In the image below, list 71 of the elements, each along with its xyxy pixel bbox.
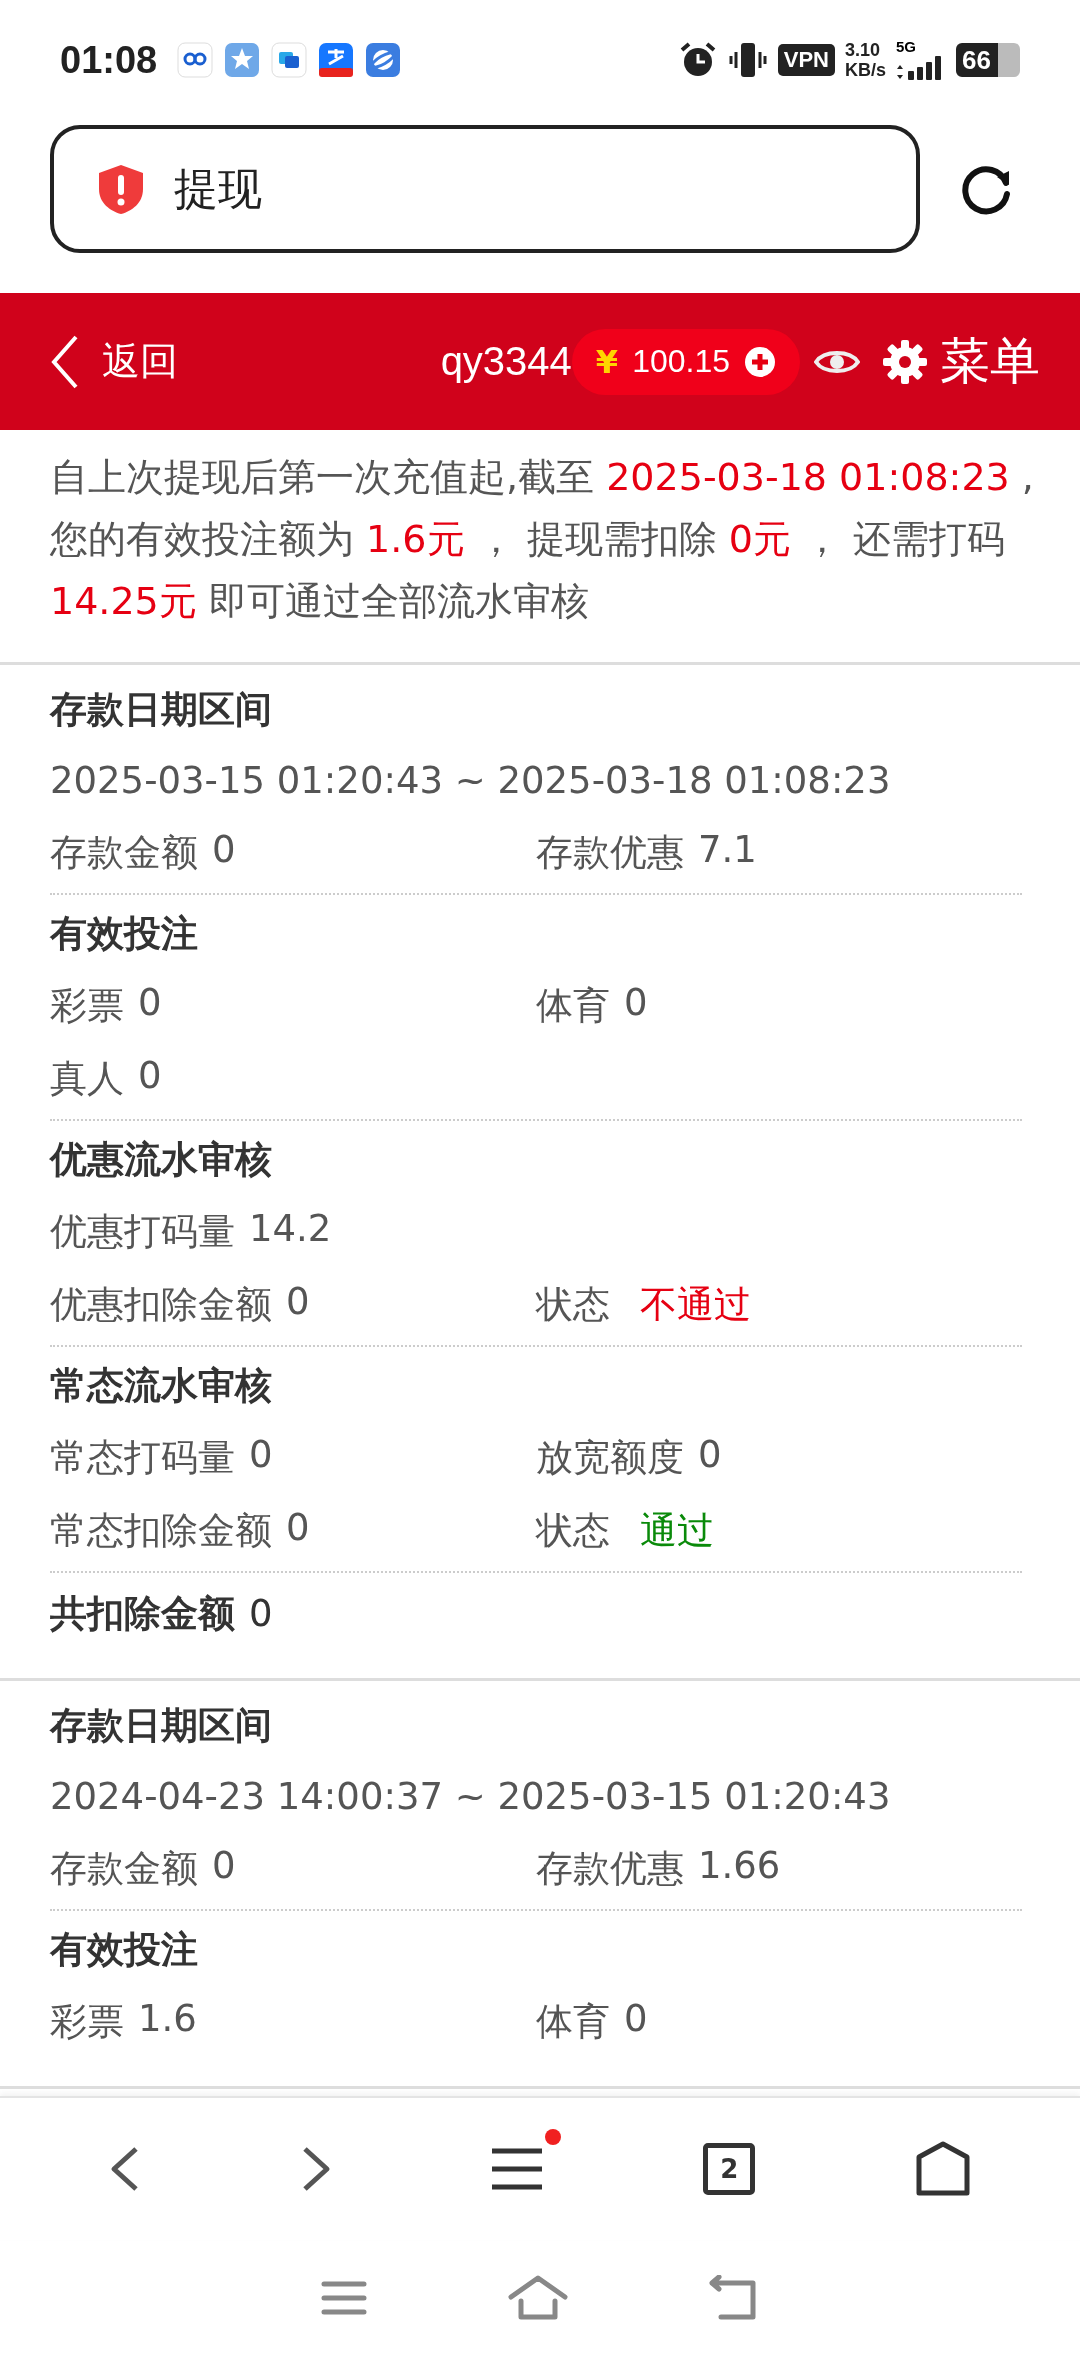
field-label: 存款金额 bbox=[50, 829, 198, 876]
total-value: 0 bbox=[249, 1592, 273, 1635]
field-value: 0 bbox=[212, 827, 236, 873]
field-value: 7.1 bbox=[698, 827, 757, 873]
field-label: 存款优惠 bbox=[536, 1845, 684, 1892]
currency-symbol: ¥ bbox=[595, 342, 619, 381]
notice-text: 自上次提现后第一次充值起,截至 2025-03-18 01:08:23 ,您的有效投注额为 1.6元 ， 提现需扣除 0元 ， 还需打码 14.25元 即可通过全部流水审核 bbox=[0, 430, 1080, 665]
app-icon bbox=[365, 42, 402, 78]
gear-icon bbox=[882, 338, 928, 385]
field-label: 体育 bbox=[536, 982, 610, 1029]
username: qy3344 bbox=[440, 339, 572, 384]
back-button[interactable]: 返回 bbox=[50, 333, 178, 390]
field-value: 14.2 bbox=[249, 1206, 332, 1252]
field-value: 0 bbox=[286, 1505, 310, 1551]
vpn-indicator: VPN bbox=[777, 44, 835, 76]
field-value: 0 bbox=[138, 980, 162, 1026]
field-value: 0 bbox=[249, 1432, 273, 1478]
field-label: 优惠扣除金额 bbox=[50, 1281, 272, 1328]
field-label: 彩票 bbox=[50, 1998, 124, 2045]
field-label: 优惠打码量 bbox=[50, 1208, 235, 1255]
field-value: 0 bbox=[286, 1279, 310, 1325]
field-value: 0 bbox=[212, 1843, 236, 1889]
field-label: 状态 bbox=[536, 1281, 610, 1328]
field-label: 常态扣除金额 bbox=[50, 1507, 272, 1554]
balance-pill[interactable]: ¥ 100.15 bbox=[571, 328, 800, 395]
app-icon bbox=[177, 42, 214, 78]
address-bar[interactable]: 提现 bbox=[50, 125, 920, 253]
field-value: 0 bbox=[624, 980, 648, 1026]
menu-icon[interactable] bbox=[490, 2147, 543, 2191]
field-label: 体育 bbox=[536, 1998, 610, 2045]
status-value: 通过 bbox=[640, 1507, 714, 1554]
section-title: 有效投注 bbox=[50, 911, 199, 957]
status-value: 不通过 bbox=[640, 1281, 751, 1328]
field-value: 0 bbox=[698, 1432, 722, 1478]
section-title: 常态流水审核 bbox=[50, 1363, 273, 1409]
date-range: 2025-03-15 01:20:43 ~ 2025-03-18 01:08:23 bbox=[50, 758, 892, 804]
field-value: 0 bbox=[138, 1053, 162, 1099]
page-title: 提现 bbox=[174, 161, 262, 216]
section-title: 存款日期区间 bbox=[50, 687, 273, 733]
field-label: 放宽额度 bbox=[536, 1434, 684, 1481]
total-label: 共扣除金额 bbox=[50, 1590, 235, 1637]
battery-indicator: 66 bbox=[956, 43, 1020, 77]
network-type: 5G bbox=[896, 39, 916, 55]
vibrate-icon bbox=[727, 40, 768, 80]
tabs-button[interactable]: 2 bbox=[703, 2143, 756, 2195]
field-label: 真人 bbox=[50, 1055, 124, 1102]
chevron-left-icon bbox=[50, 333, 80, 390]
menu-button[interactable]: 菜单 bbox=[882, 328, 1040, 395]
section-title: 存款日期区间 bbox=[50, 1703, 273, 1749]
network-speed: 3.10 bbox=[845, 40, 882, 60]
field-value: 0 bbox=[624, 1996, 648, 2042]
home-icon[interactable] bbox=[915, 2141, 970, 2197]
app-icon bbox=[271, 42, 308, 78]
field-label: 存款金额 bbox=[50, 1845, 198, 1892]
section-title: 有效投注 bbox=[50, 1927, 199, 1973]
speed-unit: KB/s bbox=[845, 60, 886, 80]
date-range: 2024-04-23 14:00:37 ~ 2025-03-15 01:20:43 bbox=[50, 1774, 892, 1820]
field-label: 状态 bbox=[536, 1507, 610, 1554]
balance-amount: 100.15 bbox=[632, 343, 730, 380]
field-label: 常态打码量 bbox=[50, 1434, 235, 1481]
field-label: 存款优惠 bbox=[536, 829, 684, 876]
field-label: 彩票 bbox=[50, 982, 124, 1029]
app-icon bbox=[224, 42, 261, 78]
back-icon[interactable] bbox=[709, 2275, 759, 2321]
plus-circle-icon[interactable] bbox=[744, 345, 776, 378]
warning-shield-icon bbox=[96, 163, 146, 215]
field-value: 1.66 bbox=[698, 1843, 781, 1889]
field-value: 1.6 bbox=[138, 1996, 197, 2042]
app-icon bbox=[318, 42, 355, 78]
section-title: 优惠流水审核 bbox=[50, 1137, 273, 1183]
status-time: 01:08 bbox=[60, 38, 158, 82]
